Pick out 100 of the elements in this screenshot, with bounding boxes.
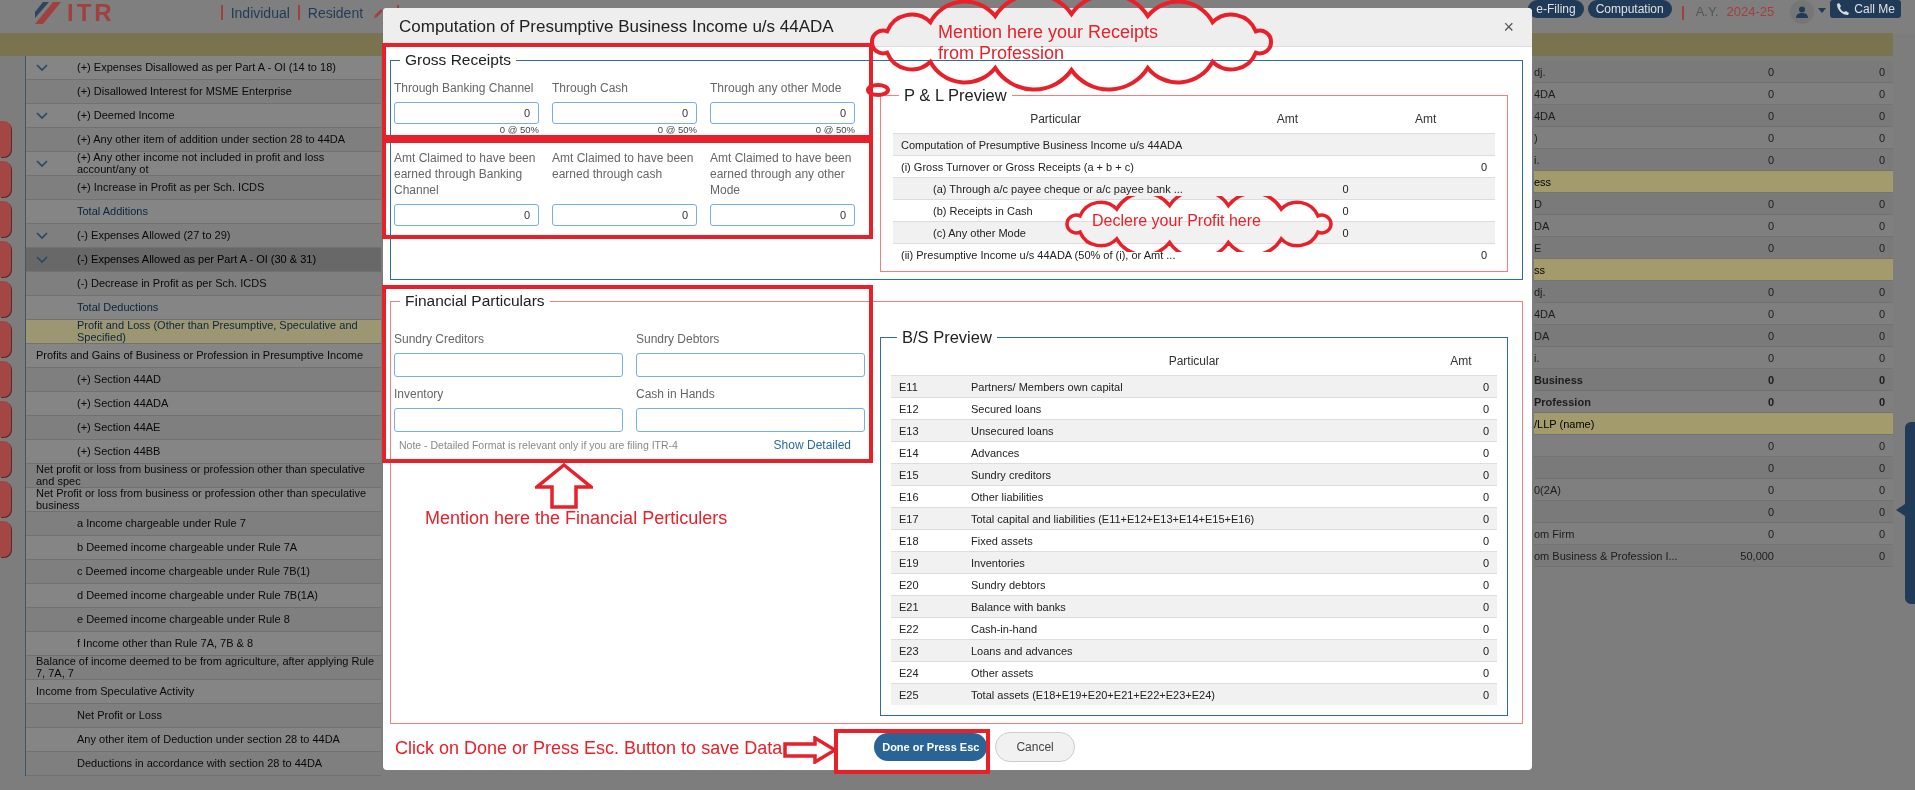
table-row[interactable]: (-) Expenses Allowed as per Part A - OI (30 & 31) <box>26 248 381 272</box>
table-row[interactable]: b Deemed income chargeable under Rule 7A <box>26 536 381 560</box>
sidebar-tab[interactable] <box>0 281 11 317</box>
amount-cell: 0 <box>1767 241 1774 254</box>
modal-title: Computation of Presumptive Business Income u/s 44ADA <box>399 17 834 37</box>
amount-cell: 0 <box>1878 307 1885 320</box>
side-panel-handle[interactable] <box>1896 422 1915 604</box>
table-cell: Cash-in-hand <box>971 622 1038 635</box>
amount-cell: 0 <box>1342 182 1349 195</box>
input-field[interactable] <box>394 353 623 377</box>
table-row[interactable]: Total Deductions <box>26 296 381 320</box>
done-button[interactable]: Done or Press Esc <box>874 733 988 761</box>
table-row[interactable]: d Deemed income chargeable under Rule 7B(1A) <box>26 584 381 608</box>
row-label: (+) Section 44AE <box>77 421 161 434</box>
show-detailed-link[interactable]: Show Detailed <box>773 438 851 452</box>
amount-cell: 0 <box>1482 490 1489 503</box>
table-row[interactable]: Any other item of Deduction under section 28 to 44DA <box>26 728 381 752</box>
input-field[interactable]: 0 <box>394 204 539 226</box>
input-field[interactable] <box>636 408 865 432</box>
amount-cell: 0 <box>1767 87 1774 100</box>
row-label: /LLP (name) <box>1534 417 1595 430</box>
sidebar-tab[interactable] <box>0 481 11 517</box>
sidebar-tab[interactable] <box>0 201 11 237</box>
sidebar-tab[interactable] <box>0 361 11 397</box>
row-label: dj. <box>1534 285 1546 298</box>
sidebar-tab[interactable] <box>0 161 11 197</box>
input-field[interactable] <box>394 408 623 432</box>
callout-text: Click on Done or Press Esc. Button to save Data <box>395 738 783 759</box>
table-row[interactable]: f Income other than Rule 7A, 7B & 8 <box>26 632 381 656</box>
input-field[interactable]: 0 <box>552 204 697 226</box>
close-button[interactable]: × <box>1501 16 1516 38</box>
amount-cell: 0 <box>1342 204 1349 217</box>
amount-cell: 0 <box>1480 160 1487 173</box>
row-label: Business <box>1534 373 1583 386</box>
cancel-button[interactable]: Cancel <box>995 732 1075 762</box>
row-label: Any other item of Deduction under section 28 to 44DA <box>77 733 340 746</box>
table-row[interactable]: (+) Section 44BB <box>26 440 381 464</box>
row-label: Profession <box>1534 395 1591 408</box>
sidebar-tab[interactable] <box>0 121 11 157</box>
amount-cell: 0 <box>1878 549 1885 562</box>
user-avatar[interactable] <box>1790 0 1815 24</box>
input-field[interactable]: 0 <box>394 102 539 124</box>
input-field[interactable]: 0 <box>710 102 855 124</box>
amount-cell: 0 <box>1878 373 1885 386</box>
section-title: Financial Particulars <box>404 292 546 310</box>
table-cell: Advances <box>971 446 1020 459</box>
row-code: E16 <box>899 490 919 503</box>
row-code: E13 <box>899 424 919 437</box>
table-row[interactable]: Profits and Gains of Business or Profession in Presumptive Income <box>26 344 381 368</box>
profile-label[interactable]: Individual <box>230 4 290 21</box>
table-row[interactable]: Income from Speculative Activity <box>26 680 381 704</box>
table-row[interactable]: (+) Any other income not included in profit and loss account/any ot <box>26 152 381 176</box>
table-cell: Fixed assets <box>971 534 1033 547</box>
amount-cell: 0 <box>1482 512 1489 525</box>
table-cell: (a) Through a/c payee cheque or a/c payee bank ... <box>933 182 1183 195</box>
amount-cell: 0 <box>1878 395 1885 408</box>
profile-label[interactable]: Resident <box>307 4 364 21</box>
row-label: Profit and Loss (Other than Presumptive, Speculative and Specified) <box>77 320 359 343</box>
sidebar-tab[interactable] <box>0 241 11 277</box>
field-note: 0 @ 50% <box>499 124 539 135</box>
chevron-down-icon[interactable] <box>36 231 48 240</box>
amount-cell: 0 <box>1482 688 1489 701</box>
table-row[interactable]: (+) Section 44ADA <box>26 392 381 416</box>
table-row[interactable]: Total Additions <box>26 200 381 224</box>
sidebar-tab[interactable] <box>0 521 11 557</box>
table-row[interactable]: Profit and Loss (Other than Presumptive, Speculative and Specified) <box>26 320 381 344</box>
call-button[interactable]: Call Me <box>1830 0 1901 18</box>
sidebar-tab[interactable] <box>0 321 11 357</box>
nav-button[interactable]: e-Filing <box>1528 0 1584 18</box>
row-label: b Deemed income chargeable under Rule 7A <box>77 541 298 554</box>
chevron-down-icon[interactable] <box>36 255 48 264</box>
chevron-down-icon[interactable] <box>36 63 48 72</box>
caret-down-icon[interactable] <box>1818 8 1827 13</box>
table-row[interactable]: (+) Deemed Income <box>26 104 381 128</box>
amount-cell: 0 <box>1878 527 1885 540</box>
pencil-icon[interactable] <box>373 6 386 19</box>
row-label: Profits and Gains of Business or Profession in Presumptive Income <box>36 349 364 362</box>
logo-icon <box>35 1 61 24</box>
chevron-down-icon[interactable] <box>36 159 48 168</box>
table-cell: Other liabilities <box>971 490 1044 503</box>
amount-cell: 0 <box>1767 395 1774 408</box>
table-cell: Inventories <box>971 556 1025 569</box>
row-code: E11 <box>899 380 918 393</box>
input-field[interactable]: 0 <box>710 204 855 226</box>
nav-button[interactable]: Computation <box>1587 0 1672 18</box>
sidebar-tab[interactable] <box>0 401 11 437</box>
row-label: 4DA <box>1534 87 1556 100</box>
row-label: Total Deductions <box>77 301 159 314</box>
row-label: i. <box>1534 153 1540 166</box>
field-label: Through Banking Channel <box>394 81 534 95</box>
sidebar-tab[interactable] <box>0 441 11 477</box>
input-field[interactable]: 0 <box>552 102 697 124</box>
input-field[interactable] <box>636 353 865 377</box>
row-code: E18 <box>899 534 919 547</box>
table-row[interactable]: (+) Expenses Disallowed as per Part A - OI (14 to 18) <box>26 56 381 80</box>
table-cell: Partners/ Members own capital <box>971 380 1123 393</box>
column-header: Particular <box>1168 354 1220 368</box>
chevron-down-icon[interactable] <box>36 111 48 120</box>
row-label: DA <box>1534 329 1550 342</box>
row-code: E17 <box>899 512 919 525</box>
